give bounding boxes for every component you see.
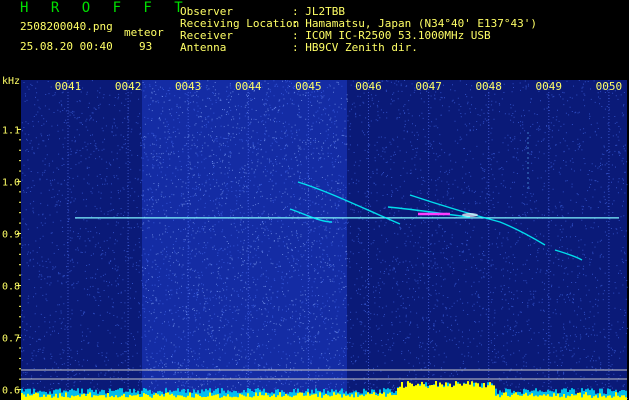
time-label: 0046 [355, 80, 382, 93]
freq-unit-label: kHz [2, 76, 20, 87]
header-panel: H R O F F T 2508200040.png meteor 25.08.… [0, 0, 629, 72]
spectrogram-plot: 0041 0042 0043 0044 0045 0046 0047 0048 0049 0050… [2, 76, 628, 400]
file-name: 2508200040.png [20, 20, 113, 33]
time-label: 0044 [235, 80, 262, 93]
meteor-core [462, 213, 478, 217]
date-time: 25.08.20 00:40 [20, 40, 113, 53]
detection-count: 93 [139, 40, 153, 53]
freq-tick-label: 0.7 [2, 334, 20, 345]
freq-tick-label: 0.8 [2, 282, 20, 293]
time-label: 0050 [596, 80, 623, 93]
time-label: 0048 [475, 80, 502, 93]
time-label: 0041 [55, 80, 82, 93]
time-label: 0049 [536, 80, 563, 93]
freq-tick-label: 1.1 [2, 125, 20, 136]
time-label: 0042 [115, 80, 142, 93]
time-label: 0043 [175, 80, 202, 93]
mode-label: meteor [124, 26, 164, 39]
antenna-label: Antenna [180, 41, 227, 54]
time-label: 0045 [295, 80, 322, 93]
antenna-value: : HB9CV Zenith dir. [292, 41, 418, 54]
freq-tick-label: 0.9 [2, 229, 20, 240]
freq-tick-label: 0.6 [2, 386, 20, 397]
app-title: H R O F F T [20, 0, 190, 16]
freq-tick-label: 1.0 [2, 177, 20, 188]
time-label: 0047 [415, 80, 442, 93]
